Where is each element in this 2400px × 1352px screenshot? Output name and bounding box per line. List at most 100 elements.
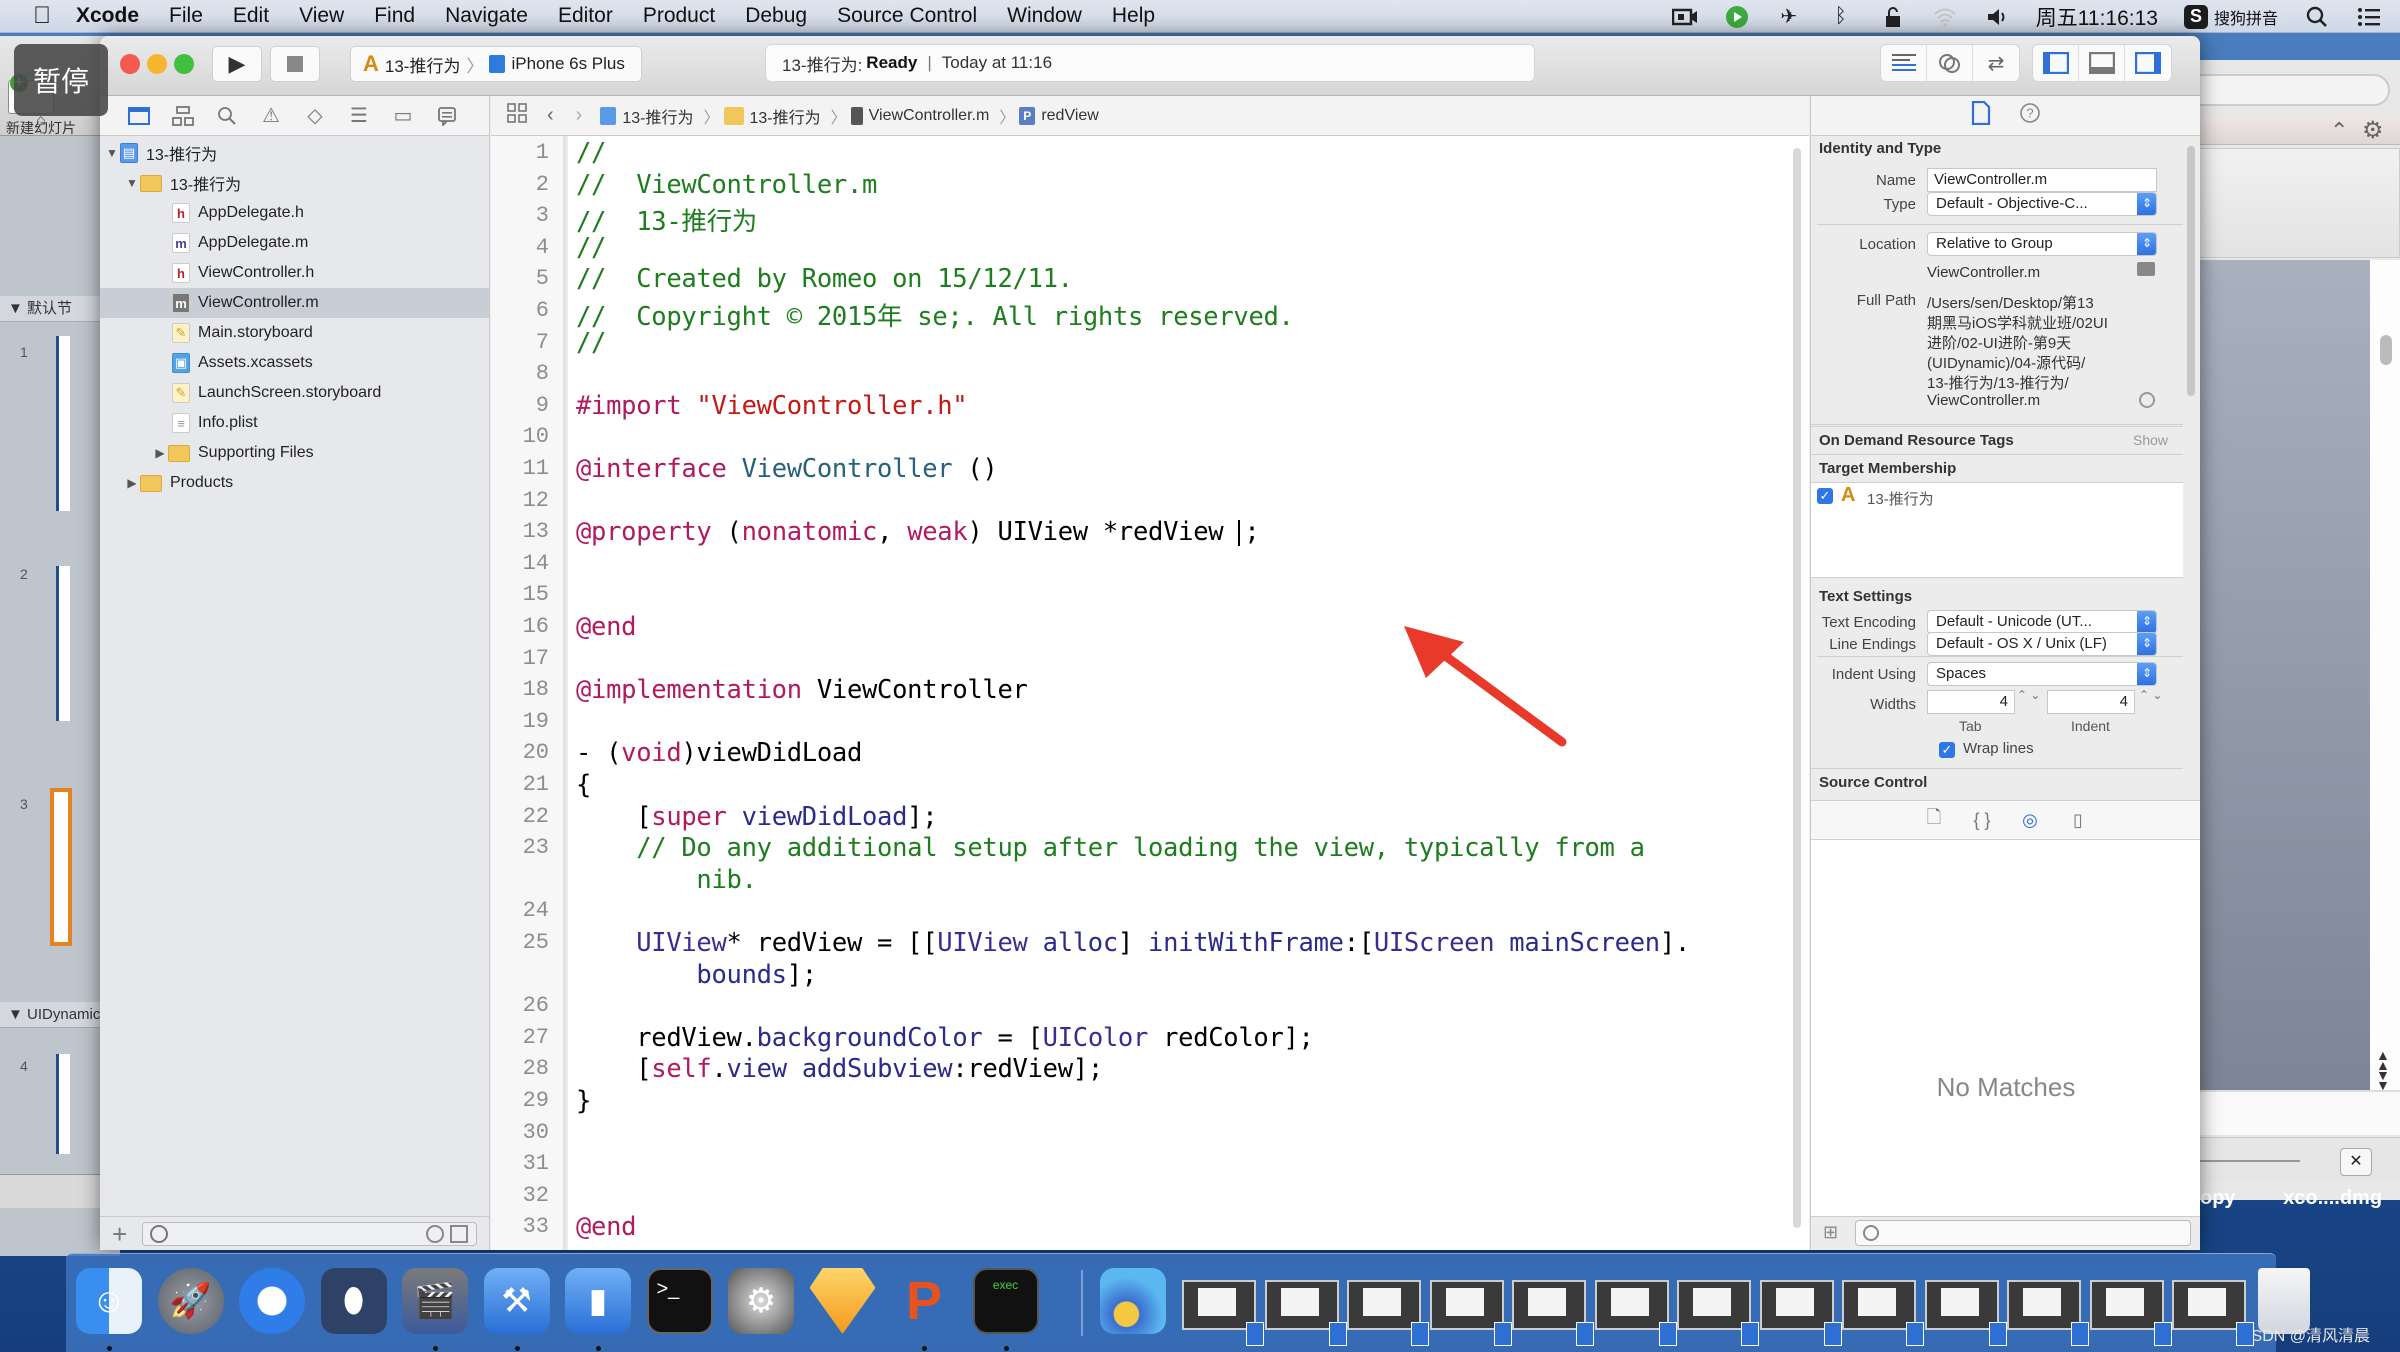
breadcrumb-group[interactable]: 13-推行为 bbox=[723, 104, 821, 128]
dock-minimized-window[interactable] bbox=[2007, 1280, 2089, 1346]
line-number[interactable]: 6 bbox=[499, 298, 549, 323]
line-number[interactable]: 5 bbox=[499, 266, 549, 291]
name-field[interactable]: ViewController.m bbox=[1927, 168, 2157, 192]
desktop-file-label[interactable]: opy bbox=[2200, 1187, 2236, 1209]
code-line[interactable]: - (void)viewDidLoad bbox=[576, 738, 862, 768]
line-number[interactable]: 33 bbox=[499, 1214, 549, 1239]
dock-minimized-window[interactable] bbox=[1429, 1280, 1512, 1346]
dock-app-console[interactable]: exec bbox=[972, 1268, 1039, 1334]
line-number[interactable]: 23 bbox=[499, 835, 549, 860]
tree-item-project[interactable]: ▼ ▤ 13-推行为 bbox=[100, 138, 489, 168]
line-number[interactable]: 25 bbox=[499, 930, 549, 955]
close-window-button[interactable] bbox=[120, 54, 140, 74]
dock-minimized-window[interactable] bbox=[1182, 1280, 1264, 1346]
line-number[interactable]: 31 bbox=[499, 1151, 549, 1176]
dock-minimized-window[interactable] bbox=[1924, 1280, 2007, 1346]
line-number[interactable]: 7 bbox=[499, 330, 549, 355]
inspector-scrollbar[interactable] bbox=[2183, 136, 2199, 686]
line-number[interactable]: 16 bbox=[499, 614, 549, 639]
odr-show-button[interactable]: Show bbox=[2133, 432, 2168, 448]
indent-width-field[interactable]: 4 bbox=[2047, 690, 2135, 714]
code-line[interactable]: @property (nonatomic, weak) UIView *redV… bbox=[576, 517, 1260, 547]
symbol-navigator-icon[interactable] bbox=[168, 101, 198, 131]
code-snippet-library-icon[interactable]: { } bbox=[1971, 809, 1993, 831]
desktop-file-label[interactable]: xco....dmg bbox=[2283, 1187, 2382, 1209]
line-number[interactable]: 3 bbox=[499, 203, 549, 228]
airplane-icon[interactable]: ✈ bbox=[1776, 6, 1802, 28]
menu-source-control[interactable]: Source Control bbox=[837, 4, 977, 28]
tab-width-field[interactable]: 4 bbox=[1927, 690, 2015, 714]
wifi-icon[interactable] bbox=[1932, 6, 1958, 28]
dock-app-video-app[interactable]: 🎬 bbox=[402, 1268, 468, 1334]
code-line[interactable]: @end bbox=[576, 612, 637, 642]
line-number[interactable]: 19 bbox=[499, 709, 549, 734]
slide-thumbnail-selected[interactable] bbox=[50, 788, 72, 946]
tree-item-file-selected[interactable]: m ViewController.m bbox=[100, 288, 489, 318]
spotlight-search-icon[interactable] bbox=[2304, 6, 2330, 28]
version-editor-icon[interactable]: ⇄ bbox=[1973, 45, 2019, 81]
menu-find[interactable]: Find bbox=[374, 4, 415, 28]
text-encoding-popup[interactable]: Default - Unicode (UT... ⇕ bbox=[1927, 610, 2157, 634]
line-number[interactable]: 27 bbox=[499, 1025, 549, 1050]
debug-area-toggle-icon[interactable] bbox=[2079, 45, 2125, 81]
code-line[interactable]: UIView* redView = [[UIView alloc] initWi… bbox=[576, 928, 1690, 958]
quick-help-icon[interactable]: ? bbox=[2019, 102, 2041, 129]
source-control-filter-icon[interactable] bbox=[450, 1225, 468, 1243]
issue-navigator-icon[interactable]: ⚠ bbox=[256, 101, 286, 131]
code-line[interactable]: @end bbox=[576, 1212, 637, 1242]
dock-app-xcode[interactable]: ⚒ bbox=[483, 1268, 550, 1334]
input-method-menu[interactable]: S 搜狗拼音 bbox=[2183, 4, 2278, 29]
slide-thumbnail[interactable] bbox=[56, 1054, 70, 1154]
breadcrumb-project[interactable]: 13-推行为 bbox=[600, 104, 693, 128]
line-number[interactable]: 13 bbox=[499, 519, 549, 544]
code-line[interactable]: // Copyright © 2015年 se;. All rights res… bbox=[576, 296, 1294, 333]
assistant-editor-icon[interactable] bbox=[1927, 45, 1973, 81]
slide-thumbnail[interactable] bbox=[56, 336, 70, 511]
dock-minimized-window[interactable] bbox=[1759, 1280, 1842, 1346]
code-line[interactable]: #import "ViewController.h" bbox=[576, 391, 968, 421]
code-line[interactable]: // bbox=[576, 328, 606, 358]
line-endings-popup[interactable]: Default - OS X / Unix (LF) ⇕ bbox=[1927, 632, 2157, 656]
dock-app-pages-like-app[interactable]: P bbox=[891, 1268, 957, 1334]
fullscreen-icon[interactable]: ✕ bbox=[2340, 1148, 2372, 1176]
slide-thumbnail[interactable] bbox=[56, 566, 70, 721]
code-line[interactable]: [super viewDidLoad]; bbox=[576, 802, 937, 832]
line-number[interactable]: 17 bbox=[499, 646, 549, 671]
scroll-thumb[interactable] bbox=[1793, 148, 1801, 1228]
dock-minimized-window[interactable] bbox=[2089, 1280, 2172, 1346]
reveal-folder-icon[interactable] bbox=[2137, 262, 2155, 276]
file-template-library-icon[interactable]: 🗋 bbox=[1923, 807, 1945, 831]
dock-minimized-window[interactable] bbox=[1264, 1280, 1347, 1346]
dock-minimized-window[interactable] bbox=[1677, 1280, 1759, 1346]
debug-navigator-icon[interactable]: ☰ bbox=[344, 101, 374, 131]
tree-item-file[interactable]: h ViewController.h bbox=[100, 258, 489, 288]
notification-list-icon[interactable] bbox=[2356, 6, 2382, 28]
line-number[interactable]: 20 bbox=[499, 740, 549, 765]
line-number[interactable]: 2 bbox=[499, 172, 549, 197]
dock-minimized-window[interactable] bbox=[1512, 1280, 1594, 1346]
dock-app-media-player[interactable] bbox=[1100, 1268, 1166, 1334]
dock-minimized-window[interactable] bbox=[1594, 1280, 1677, 1346]
report-navigator-icon[interactable] bbox=[432, 101, 462, 131]
test-navigator-icon[interactable]: ◇ bbox=[300, 101, 330, 131]
apple-menu-icon[interactable]:  bbox=[30, 2, 54, 29]
disclosure-triangle-icon[interactable]: ▼ bbox=[104, 146, 120, 160]
line-number[interactable]: 9 bbox=[499, 393, 549, 418]
tab-width-stepper[interactable]: ⌃ ⌄ bbox=[2017, 689, 2040, 701]
chevron-up-icon[interactable]: ⌃ bbox=[2330, 118, 2348, 144]
find-navigator-icon[interactable] bbox=[212, 101, 242, 131]
line-number[interactable]: 15 bbox=[499, 582, 549, 607]
tree-item-file[interactable]: ≡ Info.plist bbox=[100, 408, 489, 438]
dock-app-system-preferences[interactable]: ⚙ bbox=[728, 1268, 794, 1334]
code-line[interactable]: // Created by Romeo on 15/12/11. bbox=[576, 264, 1073, 294]
tree-item-group[interactable]: ▼ 13-推行为 bbox=[100, 168, 489, 198]
screen-record-icon[interactable] bbox=[1671, 6, 1698, 28]
tree-item-file[interactable]: ✎ LaunchScreen.storyboard bbox=[100, 378, 489, 408]
code-line[interactable]: // Do any additional setup after loading… bbox=[576, 833, 1645, 863]
pause-overlay-button[interactable]: 暂停 bbox=[14, 44, 108, 116]
code-line[interactable]: // ViewController.m bbox=[576, 170, 877, 200]
line-number[interactable]: 21 bbox=[499, 772, 549, 797]
app-indicator-icon[interactable] bbox=[1724, 5, 1750, 28]
run-button[interactable]: ▶ bbox=[212, 46, 262, 82]
dock-app-simulator[interactable]: ▮ bbox=[565, 1268, 631, 1334]
